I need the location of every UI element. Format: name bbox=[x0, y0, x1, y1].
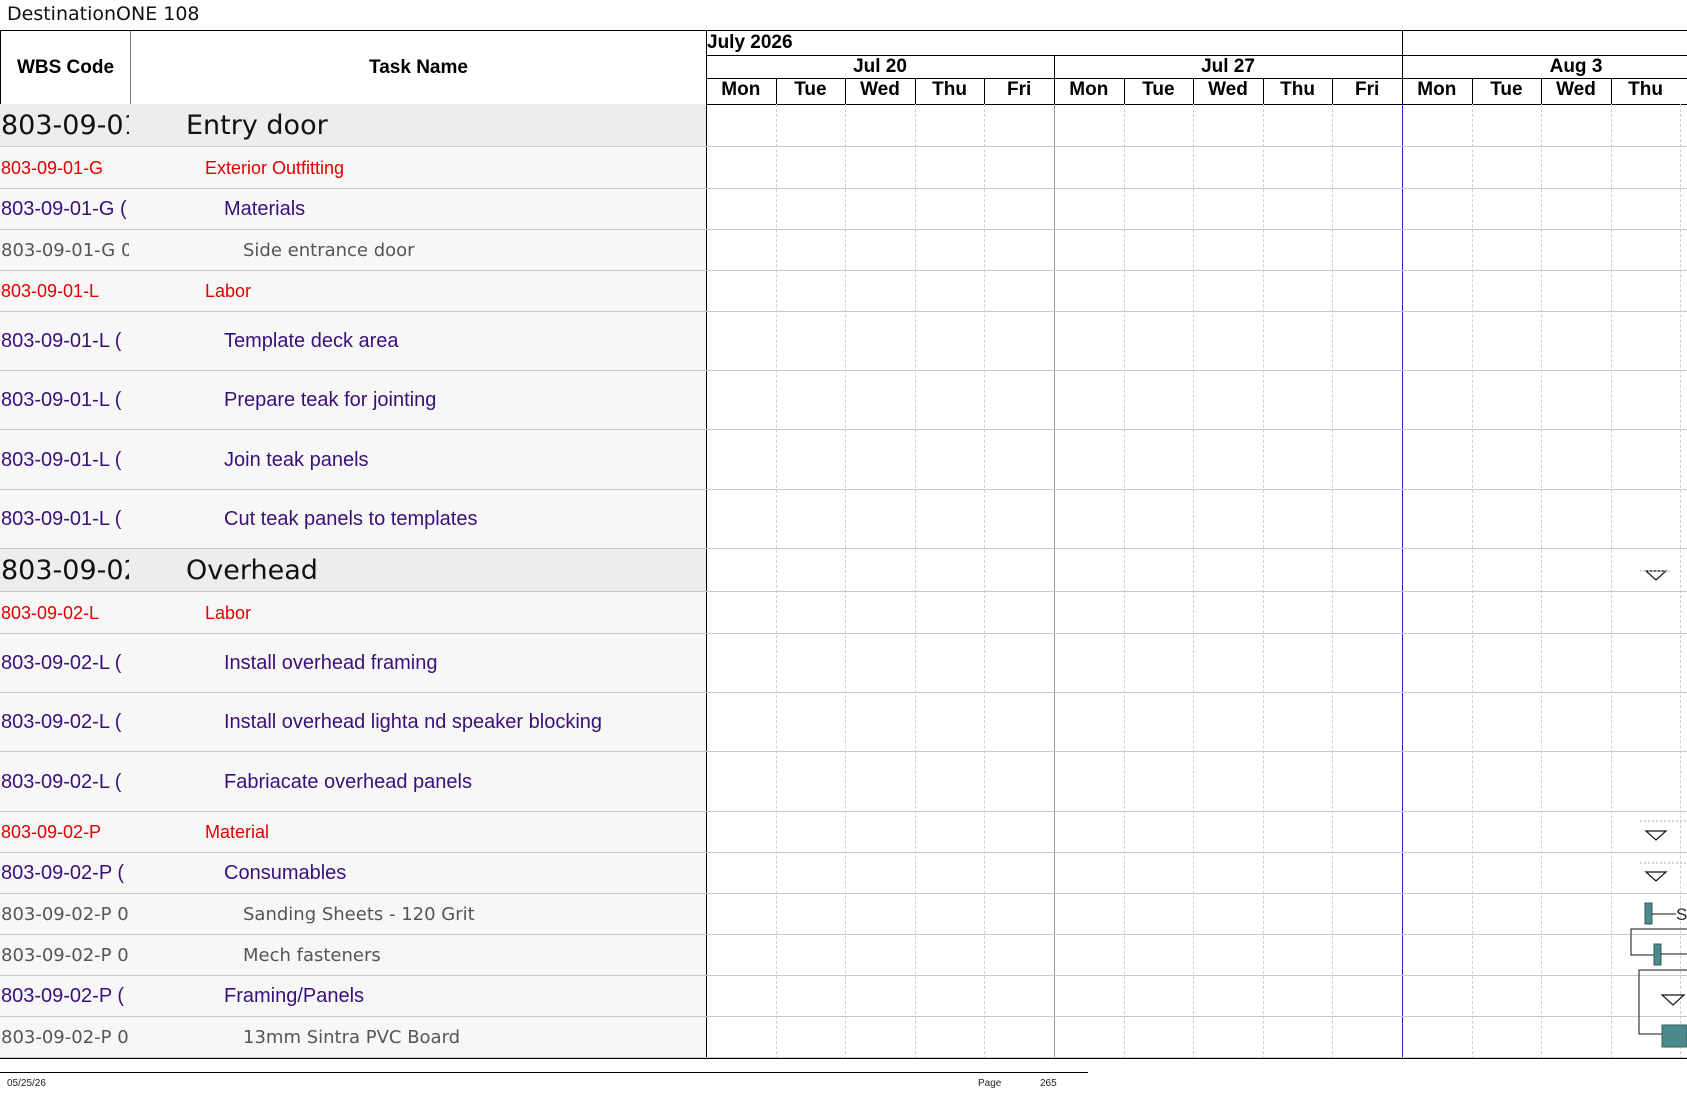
footer-rule bbox=[0, 1072, 1088, 1073]
footer-page-label: Page bbox=[978, 1078, 1002, 1089]
task-bar-sanding-sheets[interactable]: S bbox=[1644, 902, 1687, 925]
bar-label: S bbox=[1676, 905, 1687, 924]
gantt-chart: S bbox=[1630, 570, 1687, 1048]
summary-marker-consumables[interactable] bbox=[1640, 862, 1687, 882]
task-bar-sintra-pvc-board[interactable] bbox=[1661, 1024, 1687, 1048]
summary-marker-material[interactable] bbox=[1640, 820, 1687, 841]
task-bar-mech-fasteners[interactable] bbox=[1630, 928, 1687, 966]
footer-date: 05/25/26 bbox=[7, 1078, 46, 1089]
summary-marker-framing-panels[interactable] bbox=[1638, 969, 1687, 1035]
footer-page-number: 265 bbox=[1040, 1078, 1057, 1089]
summary-marker-overhead[interactable] bbox=[1640, 570, 1672, 581]
